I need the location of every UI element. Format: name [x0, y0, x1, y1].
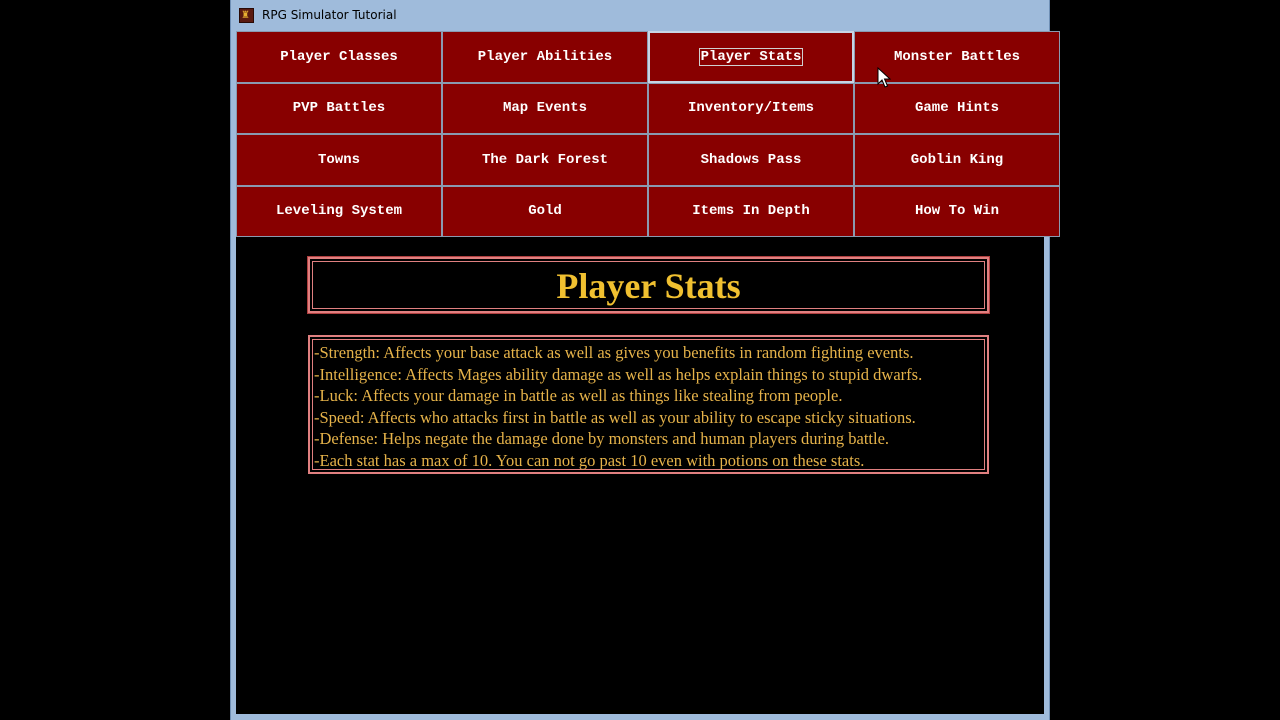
title-bar[interactable]: ♜ RPG Simulator Tutorial [231, 0, 1049, 31]
nav-button-map-events[interactable]: Map Events [442, 82, 648, 134]
stat-line-intelligence: -Intelligence: Affects Mages ability dam… [314, 364, 923, 384]
mouse-cursor-icon [877, 67, 891, 88]
nav-button-towns[interactable]: Towns [236, 134, 442, 186]
stat-line-luck: -Luck: Affects your damage in battle as … [314, 386, 843, 406]
nav-button-pvp-battles[interactable]: PVP Battles [236, 82, 442, 134]
tutorial-nav-grid: Player Classes Player Abilities Player S… [236, 31, 1060, 237]
stat-line-strength: -Strength: Affects your base attack as w… [314, 343, 914, 362]
nav-button-player-classes[interactable]: Player Classes [236, 31, 442, 83]
nav-button-inventory-items[interactable]: Inventory/Items [648, 82, 854, 134]
nav-button-leveling-system[interactable]: Leveling System [236, 185, 442, 237]
stats-description-box: -Strength: Affects your base attack as w… [308, 335, 989, 474]
nav-button-shadows-pass[interactable]: Shadows Pass [648, 134, 854, 186]
app-window: ♜ RPG Simulator Tutorial Player Classes … [230, 0, 1060, 720]
nav-button-how-to-win[interactable]: How To Win [854, 185, 1060, 237]
client-area: Player Classes Player Abilities Player S… [236, 31, 1060, 714]
nav-button-items-in-depth[interactable]: Items In Depth [648, 185, 854, 237]
stat-line-defense: -Defense: Helps negate the damage done b… [314, 429, 890, 449]
app-icon[interactable]: ♜ [239, 8, 254, 23]
nav-button-player-abilities[interactable]: Player Abilities [442, 31, 648, 83]
nav-button-goblin-king[interactable]: Goblin King [854, 134, 1060, 186]
window-title: RPG Simulator Tutorial [262, 8, 397, 22]
stat-line-max: -Each stat has a max of 10. You can not … [314, 450, 865, 470]
page-title-box: Player Stats [307, 256, 990, 314]
page-title: Player Stats [556, 266, 741, 306]
nav-button-gold[interactable]: Gold [442, 185, 648, 237]
stat-line-speed: -Speed: Affects who attacks first in bat… [314, 407, 916, 427]
nav-button-game-hints[interactable]: Game Hints [854, 82, 1060, 134]
nav-button-player-stats[interactable]: Player Stats [648, 31, 854, 83]
nav-button-dark-forest[interactable]: The Dark Forest [442, 134, 648, 186]
